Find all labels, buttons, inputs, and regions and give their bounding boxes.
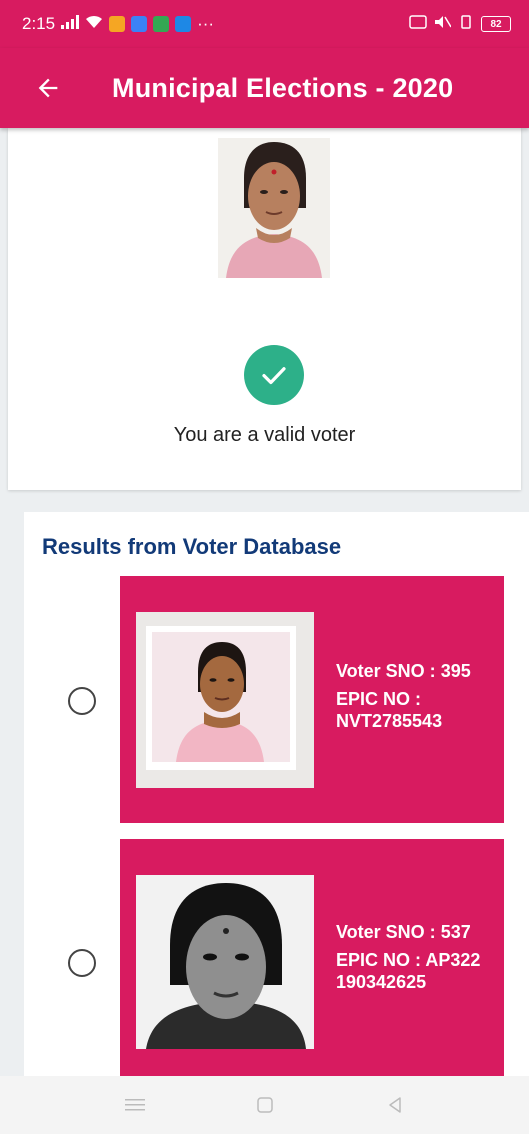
back-button[interactable]: [24, 64, 72, 112]
voter-photo: [136, 612, 314, 788]
voter-sno-row: Voter SNO : 537: [336, 921, 496, 943]
home-button[interactable]: [253, 1093, 277, 1117]
epic-label: EPIC NO :: [336, 689, 422, 709]
home-icon: [256, 1097, 273, 1113]
status-right: 82: [409, 14, 511, 34]
back-triangle-icon: [388, 1097, 401, 1113]
menu-icon: [124, 1099, 145, 1111]
app-notification-icon: [131, 16, 148, 32]
voter-result-card[interactable]: Voter SNO : 395 EPIC NO : NVT2785543: [120, 576, 504, 823]
results-heading: Results from Voter Database: [42, 534, 342, 559]
verification-card: You are a valid voter: [8, 128, 521, 490]
epic-label: EPIC NO :: [336, 950, 422, 970]
voter-sno-row: Voter SNO : 395: [336, 660, 471, 682]
system-nav-bar: [0, 1076, 529, 1134]
volte-icon: [409, 14, 427, 34]
mute-icon: [433, 14, 452, 34]
arrow-left-icon: [38, 78, 58, 98]
app-bar: Municipal Elections - 2020: [0, 48, 529, 128]
voter-sno-value: 537: [440, 922, 471, 942]
status-left: 2:15 ···: [22, 14, 214, 34]
status-bar: 2:15 ··· 82: [0, 0, 529, 48]
epic-value: NVT2785543: [336, 711, 443, 731]
select-voter-radio[interactable]: [68, 949, 96, 977]
epic-row: EPIC NO : AP322 190342625: [336, 949, 496, 993]
valid-check-icon: [244, 345, 304, 405]
results-card: Results from Voter Database Voter SNO : …: [24, 512, 529, 1092]
more-notifications: ···: [197, 14, 215, 33]
wifi-icon: [85, 14, 103, 34]
valid-voter-message: You are a valid voter: [173, 424, 356, 446]
voter-sno-label: Voter SNO :: [336, 922, 436, 942]
signal-icon: [61, 14, 80, 34]
battery-level: 82: [490, 18, 502, 30]
page-title: Municipal Elections - 2020: [112, 72, 454, 103]
voter-photo: [136, 875, 314, 1049]
voter-portrait: [218, 138, 330, 278]
status-time: 2:15: [22, 14, 56, 33]
voter-info: Voter SNO : 395 EPIC NO : NVT2785543: [336, 660, 471, 732]
app-notification-icon: [153, 16, 170, 32]
back-nav-button[interactable]: [383, 1093, 407, 1117]
voter-info: Voter SNO : 537 EPIC NO : AP322 19034262…: [336, 921, 496, 993]
app-notification-icon: [109, 16, 126, 32]
voter-sno-value: 395: [440, 661, 471, 681]
voter-sno-label: Voter SNO :: [336, 661, 436, 681]
voter-result-card[interactable]: Voter SNO : 537 EPIC NO : AP322 19034262…: [120, 839, 504, 1079]
battery-icon: 82: [481, 16, 511, 32]
select-voter-radio[interactable]: [68, 687, 96, 715]
menu-button[interactable]: [123, 1093, 147, 1117]
vibrate-icon: [457, 14, 475, 34]
app-notification-icon: [175, 16, 192, 32]
